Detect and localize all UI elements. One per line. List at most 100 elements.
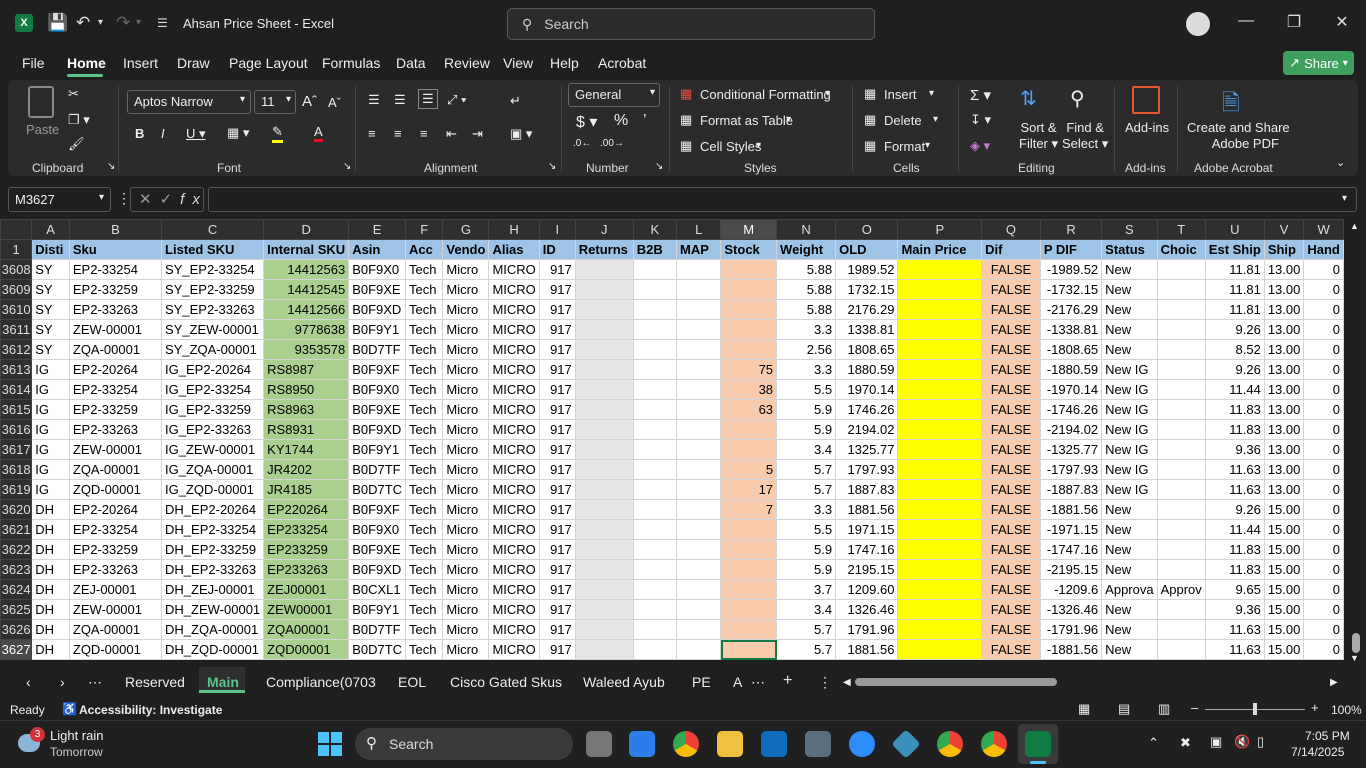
table-cell[interactable]: 917 — [538, 519, 576, 540]
table-cell[interactable]: New IG — [1101, 439, 1158, 460]
column-header-o[interactable]: O — [835, 219, 899, 240]
table-cell[interactable]: Tech — [405, 319, 444, 340]
table-cell[interactable]: -1209.6 — [1039, 579, 1103, 600]
table-cell[interactable]: 1338.81 — [835, 319, 899, 340]
row-header[interactable]: 3613 — [0, 359, 33, 380]
table-cell[interactable]: B0F9XE — [348, 539, 407, 560]
normal-view-icon[interactable]: ▦ — [1078, 701, 1090, 717]
table-cell[interactable] — [632, 599, 678, 620]
chevron-down-icon[interactable]: ▾ — [756, 140, 761, 151]
table-cell[interactable]: ZQD-00001 — [68, 639, 163, 660]
table-cell[interactable]: 14412563 — [263, 259, 350, 280]
table-cell[interactable]: 1747.16 — [835, 539, 899, 560]
table-cell[interactable]: FALSE — [981, 279, 1041, 300]
column-title[interactable]: Main Price — [897, 239, 983, 260]
table-cell[interactable] — [720, 599, 778, 620]
table-cell[interactable] — [676, 559, 722, 580]
table-cell[interactable]: IG — [31, 459, 70, 480]
table-cell[interactable] — [676, 299, 722, 320]
table-cell[interactable]: MICRO — [488, 479, 540, 500]
copy-icon[interactable]: ❐ ▾ — [68, 112, 90, 128]
table-cell[interactable]: DH — [31, 559, 70, 580]
table-cell[interactable] — [897, 359, 983, 380]
table-cell[interactable] — [574, 419, 634, 440]
table-cell[interactable]: EP2-20264 — [68, 499, 163, 520]
zoom-level[interactable]: 100% — [1331, 703, 1362, 717]
undo-dropdown-icon[interactable]: ▾ — [98, 17, 103, 28]
weather-text[interactable]: Light rain — [50, 728, 103, 743]
table-cell[interactable]: DH_EP2-33259 — [161, 539, 265, 560]
table-cell[interactable] — [632, 419, 678, 440]
table-cell[interactable]: New — [1101, 519, 1158, 540]
align-center-icon[interactable]: ≡ — [394, 126, 402, 141]
tab-options-icon[interactable]: ⋮ — [818, 674, 832, 691]
table-cell[interactable]: -1989.52 — [1039, 259, 1103, 280]
table-cell[interactable]: 1209.60 — [835, 579, 899, 600]
table-cell[interactable] — [1156, 619, 1206, 640]
table-cell[interactable]: B0F9XD — [348, 419, 407, 440]
table-cell[interactable] — [574, 259, 634, 280]
name-box[interactable]: M3627 ▾ — [8, 187, 111, 212]
table-cell[interactable]: -1325.77 — [1039, 439, 1103, 460]
table-cell[interactable]: Approva — [1101, 579, 1158, 600]
clipboard-launcher-icon[interactable]: ↘ — [107, 161, 115, 172]
table-cell[interactable]: 13.00 — [1263, 279, 1305, 300]
table-cell[interactable]: 15.00 — [1263, 519, 1305, 540]
column-title[interactable]: OLD — [835, 239, 899, 260]
row-header[interactable]: 3618 — [0, 459, 33, 480]
column-title[interactable]: Sku — [68, 239, 163, 260]
calculator-icon[interactable] — [805, 731, 831, 757]
table-cell[interactable]: 9.36 — [1204, 599, 1265, 620]
table-cell[interactable]: Tech — [405, 639, 444, 660]
column-title[interactable]: Weight — [776, 239, 837, 260]
row-header[interactable]: 3619 — [0, 479, 33, 500]
table-cell[interactable] — [720, 259, 778, 280]
table-cell[interactable] — [720, 279, 778, 300]
table-cell[interactable]: Micro — [442, 339, 490, 360]
table-cell[interactable]: 917 — [538, 579, 576, 600]
table-cell[interactable]: 1808.65 — [835, 339, 899, 360]
table-cell[interactable]: Micro — [442, 559, 490, 580]
table-cell[interactable] — [676, 379, 722, 400]
table-cell[interactable]: 15.00 — [1263, 639, 1305, 660]
scroll-left-icon[interactable]: ◀ — [843, 677, 851, 688]
table-cell[interactable] — [574, 299, 634, 320]
table-cell[interactable]: 1881.56 — [835, 639, 899, 660]
taskbar-search[interactable]: Search — [355, 728, 573, 760]
table-cell[interactable]: 13.00 — [1263, 359, 1305, 380]
merge-center-icon[interactable]: ▣ ▾ — [510, 126, 532, 142]
table-cell[interactable]: FALSE — [981, 299, 1041, 320]
table-cell[interactable]: DH — [31, 619, 70, 640]
table-cell[interactable]: MICRO — [488, 579, 540, 600]
table-cell[interactable]: -1887.83 — [1039, 479, 1103, 500]
table-cell[interactable]: 3.4 — [776, 599, 837, 620]
table-cell[interactable]: B0F9X0 — [348, 259, 407, 280]
row-header[interactable]: 3614 — [0, 379, 33, 400]
table-cell[interactable]: DH — [31, 599, 70, 620]
row-header[interactable]: 3615 — [0, 399, 33, 420]
table-cell[interactable]: 14412566 — [263, 299, 350, 320]
table-cell[interactable]: 917 — [538, 279, 576, 300]
table-cell[interactable]: IG_ZQA-00001 — [161, 459, 265, 480]
table-cell[interactable] — [632, 359, 678, 380]
table-cell[interactable]: EP2-33263 — [68, 419, 163, 440]
table-cell[interactable]: New — [1101, 559, 1158, 580]
column-header-u[interactable]: U — [1204, 219, 1265, 240]
column-title[interactable]: Acc — [405, 239, 444, 260]
table-cell[interactable] — [720, 439, 778, 460]
table-cell[interactable] — [897, 419, 983, 440]
table-cell[interactable]: New — [1101, 299, 1158, 320]
column-header-c[interactable]: C — [161, 219, 265, 240]
table-cell[interactable]: 5.9 — [776, 419, 837, 440]
display-icon[interactable]: ▣ — [1210, 734, 1222, 750]
decrease-font-icon[interactable]: Aˇ — [328, 95, 341, 110]
table-cell[interactable]: 0 — [1303, 359, 1344, 380]
column-header-g[interactable]: G — [442, 219, 490, 240]
sort-filter-icon[interactable]: ⇅ — [1020, 86, 1037, 111]
table-cell[interactable] — [574, 339, 634, 360]
table-cell[interactable] — [632, 639, 678, 660]
show-hidden-icons[interactable]: ⌃ — [1148, 735, 1159, 751]
table-cell[interactable]: ZEW-00001 — [68, 599, 163, 620]
table-cell[interactable]: B0F9XD — [348, 559, 407, 580]
table-cell[interactable]: 13.00 — [1263, 379, 1305, 400]
